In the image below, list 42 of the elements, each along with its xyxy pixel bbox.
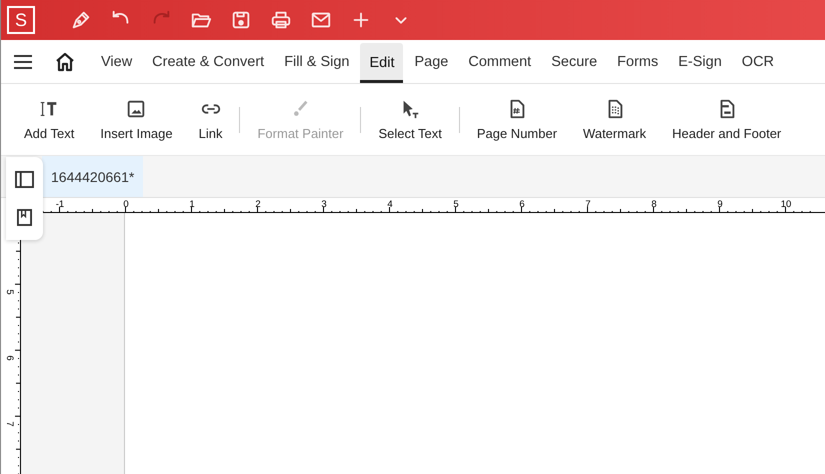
ruler-label: 6	[519, 199, 525, 210]
menu-tab[interactable]: E-Sign	[669, 40, 731, 83]
bookmark-icon[interactable]	[17, 208, 32, 226]
print-icon[interactable]	[270, 9, 292, 31]
sidebar-panel-icon[interactable]	[15, 171, 34, 188]
pen-icon[interactable]	[70, 9, 92, 31]
ruler-label: 7	[585, 199, 591, 210]
menu-tab[interactable]: Edit	[360, 43, 404, 83]
image-icon	[125, 98, 148, 120]
tool-button[interactable]: Select Text	[365, 98, 455, 141]
ruler-label: 10	[780, 199, 792, 210]
menu-tab[interactable]: Comment	[459, 40, 540, 83]
tool-button[interactable]: Page Number	[464, 98, 570, 141]
tool-button[interactable]: Add Text	[11, 98, 88, 141]
save-icon[interactable]	[230, 9, 252, 31]
menu-tab[interactable]: Forms	[608, 40, 668, 83]
document-tab[interactable]: 1644420661*	[42, 156, 144, 197]
menu-tab[interactable]: Fill & Sign	[275, 40, 358, 83]
menu-icon[interactable]	[13, 54, 33, 70]
ruler-label: 8	[651, 199, 657, 210]
tool-button[interactable]: Link	[186, 98, 236, 141]
ruler-label: -1	[56, 199, 64, 210]
menu-tab[interactable]: View	[92, 40, 142, 83]
ruler-label: 4	[387, 199, 393, 210]
tool-button[interactable]: Insert Image	[87, 98, 186, 141]
ruler-label: 0	[123, 199, 129, 210]
menu-tab[interactable]: Secure	[542, 40, 606, 83]
ruler-label: 9	[717, 199, 723, 210]
ruler-label: 7	[4, 421, 15, 427]
ruler-label: 3	[321, 199, 327, 210]
menu-tab[interactable]: OCR	[732, 40, 784, 83]
ruler-label: 5	[453, 199, 459, 210]
app-logo[interactable]: S	[7, 6, 35, 34]
tool-button[interactable]: Watermark	[570, 98, 660, 141]
ruler-label: 5	[4, 289, 15, 295]
ruler-label: 6	[4, 355, 15, 361]
tool-button[interactable]: Header and Footer	[659, 98, 794, 141]
menu-tab[interactable]: Create & Convert	[143, 40, 274, 83]
home-icon[interactable]	[55, 52, 75, 72]
ruler-label: 2	[255, 199, 261, 210]
ruler-label: 1	[189, 199, 195, 210]
menu-tab[interactable]: Page	[405, 40, 458, 83]
